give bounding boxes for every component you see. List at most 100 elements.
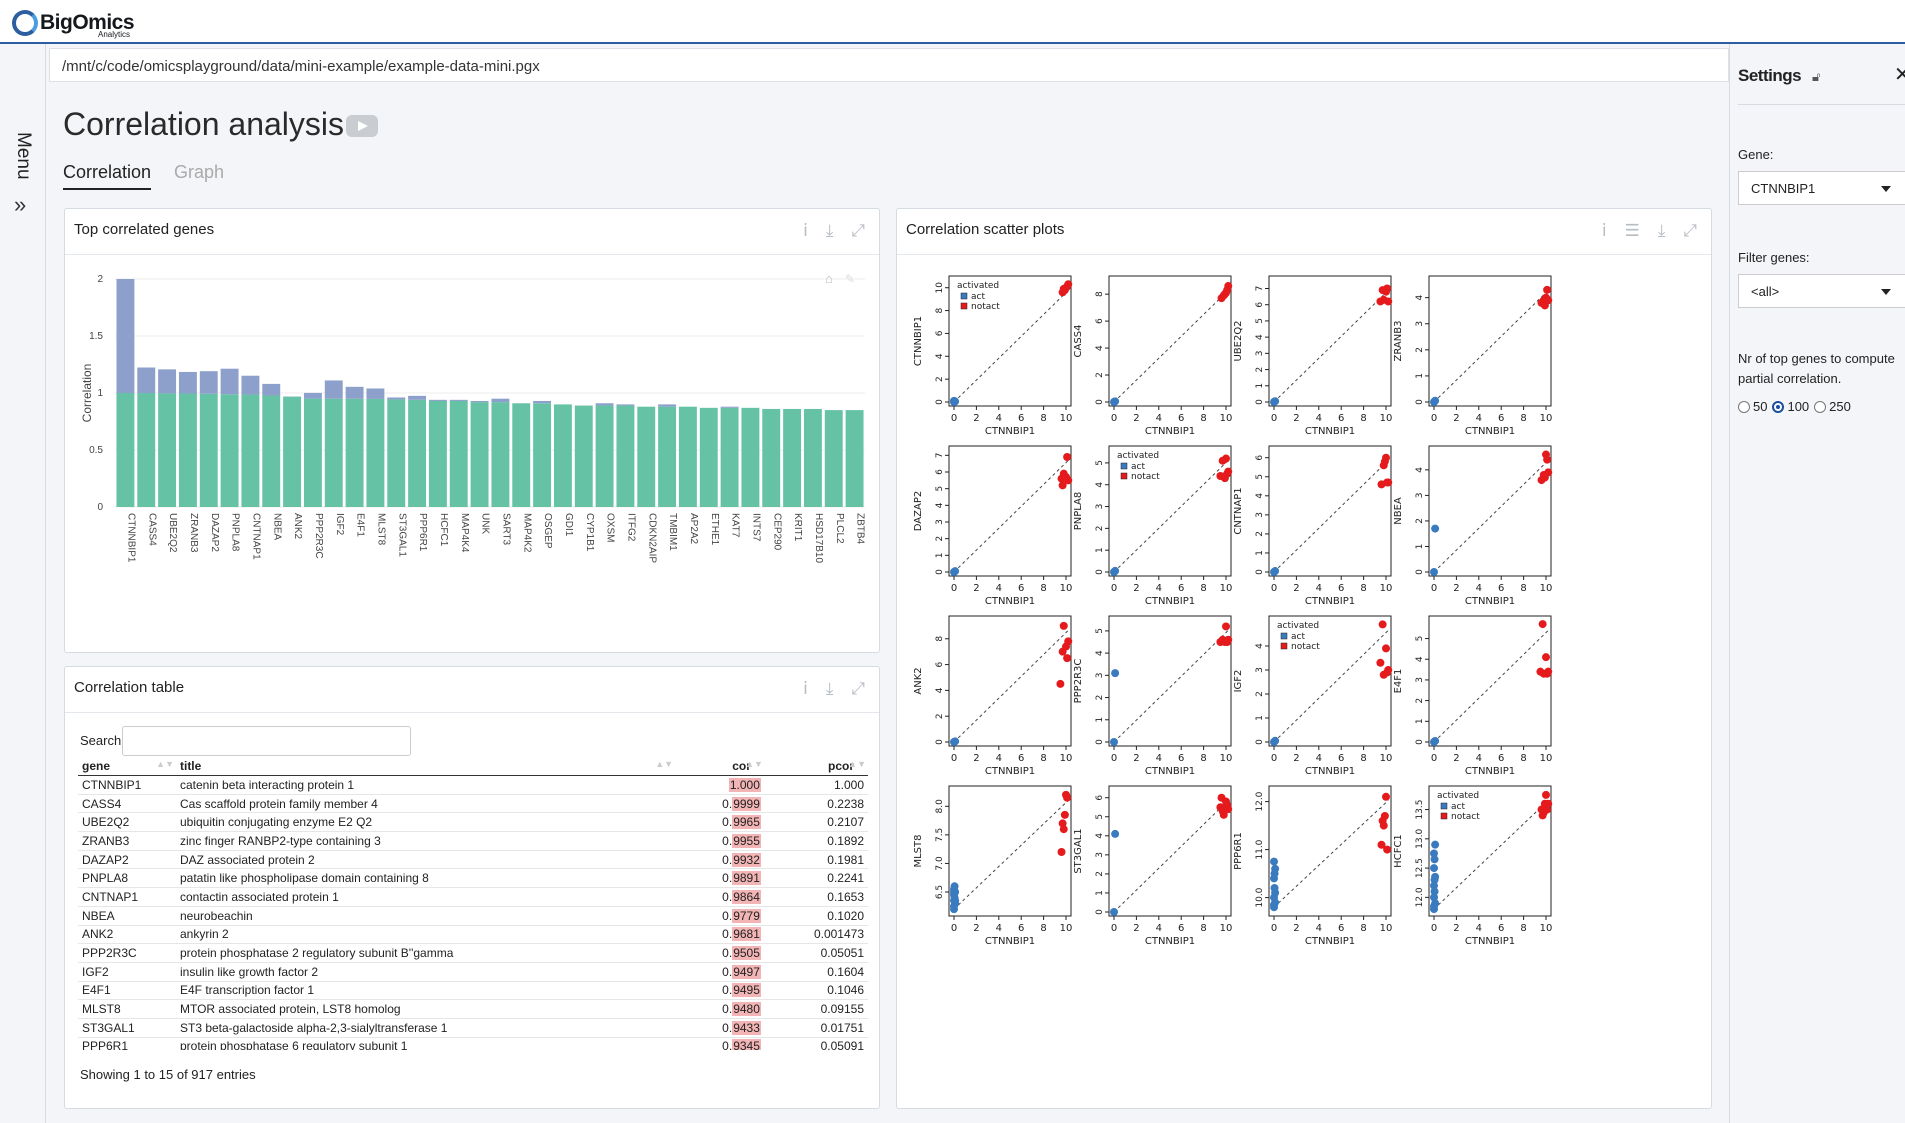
fullscreen-icon[interactable]: ⤢ [851,221,865,241]
filter-genes-select[interactable]: <all> [1738,274,1905,308]
table-row[interactable]: UBE2Q2 ubiquitin conjugating enzyme E2 Q2… [78,812,868,833]
bar-cor [178,393,197,507]
table-row[interactable]: CTNNBIP1 catenin beta interacting protein… [78,775,868,795]
info-icon[interactable]: ⅰ [803,221,808,241]
y-axis-label: ST3GAL1 [1073,828,1084,873]
cell-title: ankyrin 2 [175,925,676,945]
correlation-table: gene ▲▼ title ▲▼ cor ▲▼ pcor ▲▼ CTNNBIP1 cate… [78,757,868,1050]
cell-cor: 0.9932 [675,850,765,870]
table-row[interactable]: CASS4 Cas scaffold protein family member … [78,794,868,814]
point-notact [1378,620,1387,629]
x-tick-label: ETHE1 [709,513,720,546]
x-tick-label: 10 [1380,583,1393,594]
point-act [1431,396,1440,405]
y-tick-label: 12.0 [1255,791,1265,811]
y-tick-label: 2 [1095,871,1105,877]
plot-frame [1428,275,1552,407]
bar-pcor [303,392,322,399]
y-axis-label: NBEA [1393,497,1404,525]
tab-correlation[interactable]: Correlation [63,162,152,190]
bar-cor [783,408,802,507]
x-tick-label: 2 [1133,583,1139,594]
x-tick-label: 10 [1060,753,1073,764]
x-tick-label: 4 [996,413,1002,424]
point-act [1110,738,1118,746]
ntop-radio-50[interactable] [1738,400,1750,413]
x-axis-label: CTNNBIP1 [985,766,1035,777]
table-row[interactable]: MLST8 MTOR associated protein, LST8 homol… [78,999,868,1019]
column-header-cor[interactable]: cor ▲▼ [675,757,765,776]
menu-toggle-label[interactable]: Menu [12,132,34,180]
y-tick-label: 1 [1095,890,1105,896]
table-row[interactable]: ZRANB3 zinc finger RANBP2-type containing… [78,831,868,851]
plot-frame [948,615,1072,747]
table-scroll-area[interactable]: gene ▲▼ title ▲▼ cor ▲▼ pcor ▲▼ CTNNBIP1 cate… [65,667,881,1050]
point-notact [1543,455,1552,464]
x-axis-label: CTNNBIP1 [1465,766,1515,777]
y-axis-label: PPP6R1 [1233,832,1244,870]
column-header-gene[interactable]: gene ▲▼ [78,757,176,776]
x-tick-label: 4 [1156,583,1162,594]
y-tick-label: 6.5 [935,885,945,899]
table-row[interactable]: PPP2R3C protein phosphatase 2 regulatory … [78,943,868,963]
table-row[interactable]: PPP6R1 protein phosphatase 6 regulatory s… [78,1037,868,1050]
point-act [1431,840,1440,849]
scatter-plot-hcfc1: 0 2 4 6 8 10 12.0 12.5 13.0 13.5 CTNNBIP1 HCFC1 acti… [1393,785,1552,947]
x-tick-label: 4 [1476,583,1482,594]
table-row[interactable]: DAZAP2 DAZ associated protein 2 0.9932 0.19… [78,850,868,870]
bar-cor [366,398,385,507]
download-icon[interactable]: ⤓ [1658,221,1666,241]
fullscreen-icon[interactable]: ⤢ [1683,221,1697,241]
info-icon[interactable]: ⅰ [1602,221,1607,241]
table-row[interactable]: CNTNAP1 contactin associated protein 1 0.9… [78,887,868,907]
y-tick-label: 4 [1255,493,1265,499]
x-tick-label: UNK [480,513,491,534]
column-header-pcor[interactable]: pcor ▲▼ [764,757,868,776]
cell-gene: PPP6R1 [78,1037,176,1050]
legend-swatch-act [1120,462,1128,470]
close-icon[interactable]: ✕ [1894,62,1905,87]
point-act [1430,875,1439,884]
cell-cor: 0.9681 [675,925,765,945]
options-menu-icon[interactable]: ☰ [1625,221,1640,241]
cell-cor: 0.9864 [675,887,765,907]
download-icon[interactable]: ⤓ [826,221,834,241]
y-tick-label: 0 [1415,739,1425,745]
point-notact [1222,622,1230,631]
tab-graph[interactable]: Graph [174,162,224,188]
x-axis-label: CTNNBIP1 [1305,596,1355,607]
gene-select[interactable]: CTNNBIP1 [1738,171,1905,205]
table-row[interactable]: E4F1 E4F transcription factor 1 0.9495 0.10… [78,981,868,1001]
point-notact [1220,290,1229,299]
column-header-title[interactable]: title ▲▼ [175,757,676,776]
table-row[interactable]: NBEA neurobeachin 0.9779 0.1020 [78,906,868,926]
table-row[interactable]: ANK2 ankyrin 2 0.9681 0.001473 [78,925,868,945]
ntop-radio-100[interactable] [1772,400,1785,413]
video-tutorial-icon[interactable] [346,115,378,137]
cell-gene: MLST8 [78,999,176,1019]
ntop-radio-250[interactable] [1814,400,1827,413]
x-tick-label: 4 [1316,923,1322,934]
x-tick-label: 10 [1380,923,1393,934]
lock-icon[interactable]: 🔓︎ [1812,69,1820,85]
legend-swatch-notact [1280,642,1288,650]
y-tick-label: 5 [1255,318,1265,324]
point-notact [1544,468,1553,477]
x-tick-label: 6 [1178,583,1184,594]
bigomics-logo[interactable]: BigOmics Analytics [12,10,135,39]
point-notact [1379,821,1388,830]
x-tick-label: 0 [1431,583,1437,594]
plot-home-icon: ⌂ [825,271,833,286]
table-row[interactable]: PNPLA8 patatin like phospholipase domain … [78,868,868,889]
expand-chevron-icon[interactable]: » [14,192,26,218]
cell-title: neurobeachin [175,906,676,926]
y-tick-label: 5 [1415,636,1425,642]
cell-pcor: 0.01751 [764,1018,868,1038]
point-notact [1543,285,1552,294]
x-tick-label: 4 [1156,923,1162,934]
x-tick-label: 2 [1453,753,1459,764]
x-axis-label: CTNNBIP1 [1465,936,1515,947]
bar-cor [616,405,635,507]
table-row[interactable]: ST3GAL1 ST3 beta-galactoside alpha-2,3-si… [78,1018,868,1038]
table-row[interactable]: IGF2 insulin like growth factor 2 0.9497 0.… [78,962,868,982]
